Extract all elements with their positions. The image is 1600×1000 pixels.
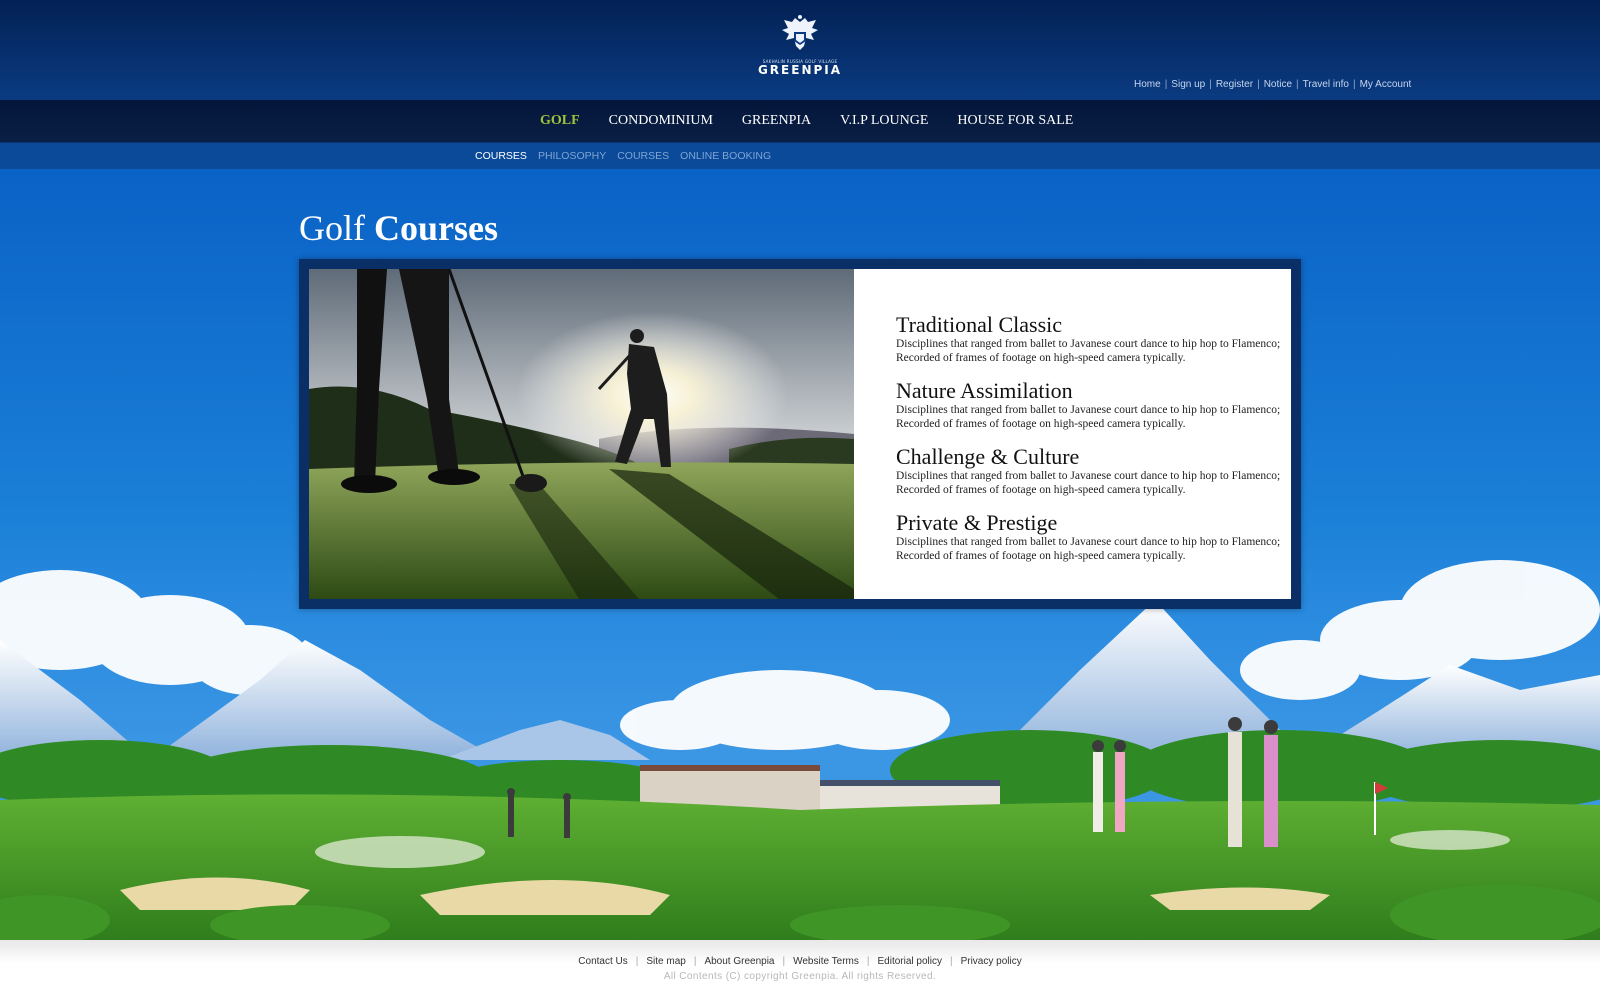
separator: |: [782, 956, 786, 967]
course-features-list: Traditional Classic Disciplines that ran…: [854, 269, 1291, 599]
subnav-item-courses[interactable]: COURSES: [617, 143, 669, 169]
copyright-notice: All Contents (C) copyright Greenpia. All…: [663, 971, 937, 982]
separator: |: [1164, 79, 1168, 90]
separator: |: [1257, 79, 1260, 90]
separator: |: [693, 956, 697, 967]
subnav-item-philosophy[interactable]: PHILOSOPHY: [538, 143, 606, 169]
page-title: Golf Courses: [299, 207, 498, 251]
greenpia-logo[interactable]: SAKHALIN RUSSIA GOLF VILLAGE GREENPIA: [752, 14, 848, 86]
feature-title: Nature Assimilation: [896, 378, 1073, 403]
feature-description: Disciplines that ranged from ballet to J…: [896, 536, 1281, 562]
nav-item-golf[interactable]: GOLF: [540, 100, 580, 142]
feature-item: Private & Prestige Disciplines that rang…: [896, 511, 1281, 563]
feature-description: Disciplines that ranged from ballet to J…: [896, 404, 1281, 430]
feature-description: Disciplines that ranged from ballet to J…: [896, 338, 1281, 364]
golf-courses-panel: Traditional Classic Disciplines that ran…: [299, 259, 1301, 609]
util-link-register[interactable]: Register: [1216, 79, 1253, 90]
footer-link-site-map[interactable]: Site map: [646, 956, 685, 967]
utility-links: Home | Sign up | Register | Notice | Travel info…: [1134, 79, 1411, 90]
separator: |: [1352, 79, 1356, 90]
feature-description: Disciplines that ranged from ballet to J…: [896, 470, 1281, 496]
eagle-crest-icon: [782, 15, 818, 50]
page-title-bold: Courses: [374, 208, 498, 248]
feature-item: Traditional Classic Disciplines that ran…: [896, 313, 1281, 365]
feature-title: Challenge & Culture: [896, 444, 1080, 469]
separator: |: [1209, 79, 1212, 90]
util-link-signup[interactable]: Sign up: [1171, 79, 1205, 90]
landscape-illustration: [0, 560, 1600, 940]
subnav-item-courses-current[interactable]: COURSES: [475, 143, 527, 169]
feature-title: Private & Prestige: [896, 510, 1058, 535]
site-footer: Contact Us | Site map | About Greenpia | Websi…: [0, 940, 1600, 1000]
util-link-travel-info[interactable]: Travel info: [1303, 79, 1349, 90]
site-header: SAKHALIN RUSSIA GOLF VILLAGE GREENPIA Ho…: [0, 0, 1600, 100]
separator: |: [949, 956, 953, 967]
separator: |: [866, 956, 870, 967]
main-navigation: GOLF CONDOMINIUM GREENPIA V.I.P LOUNGE H…: [0, 100, 1600, 143]
feature-item: Nature Assimilation Disciplines that ran…: [896, 379, 1281, 431]
separator: |: [1296, 79, 1299, 90]
nav-item-vip-lounge[interactable]: V.I.P LOUNGE: [840, 100, 928, 142]
subnav-item-online-booking[interactable]: ONLINE BOOKING: [680, 143, 771, 169]
util-link-my-account[interactable]: My Account: [1360, 79, 1412, 90]
util-link-notice[interactable]: Notice: [1264, 79, 1292, 90]
footer-link-editorial-policy[interactable]: Editorial policy: [877, 956, 941, 967]
logo-wordmark: GREENPIA: [757, 63, 843, 77]
separator: |: [635, 956, 639, 967]
golfer-photo: [309, 269, 854, 599]
footer-link-about-greenpia[interactable]: About Greenpia: [704, 956, 774, 967]
nav-item-house-for-sale[interactable]: HOUSE FOR SALE: [957, 100, 1073, 142]
sub-navigation: COURSES PHILOSOPHY COURSES ONLINE BOOKIN…: [0, 143, 1600, 169]
footer-links: Contact Us | Site map | About Greenpia | Websi…: [0, 956, 1600, 967]
footer-link-privacy-policy[interactable]: Privacy policy: [961, 956, 1022, 967]
nav-item-greenpia[interactable]: GREENPIA: [742, 100, 811, 142]
footer-link-website-terms[interactable]: Website Terms: [793, 956, 859, 967]
footer-link-contact-us[interactable]: Contact Us: [578, 956, 627, 967]
nav-item-condominium[interactable]: CONDOMINIUM: [609, 100, 713, 142]
util-link-home[interactable]: Home: [1134, 79, 1161, 90]
feature-item: Challenge & Culture Disciplines that ran…: [896, 445, 1281, 497]
page-title-light: Golf: [299, 208, 365, 248]
feature-title: Traditional Classic: [896, 312, 1063, 337]
